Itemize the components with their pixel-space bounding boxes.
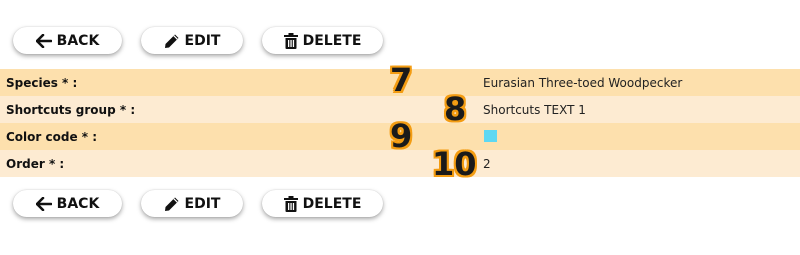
delete-button[interactable]: DELETE bbox=[262, 190, 383, 217]
edit-button[interactable]: EDIT bbox=[141, 190, 243, 217]
arrow-left-icon bbox=[35, 196, 52, 211]
field-value: Shortcuts TEXT 1 bbox=[483, 102, 586, 117]
edit-label: EDIT bbox=[184, 195, 221, 212]
trash-icon bbox=[283, 32, 298, 49]
field-label: Color code * : bbox=[6, 129, 98, 144]
edit-label: EDIT bbox=[184, 32, 221, 49]
field-label: Species * : bbox=[6, 75, 78, 90]
annotation-marker: 8 bbox=[444, 90, 467, 128]
color-swatch bbox=[484, 130, 497, 142]
back-label: BACK bbox=[56, 195, 100, 212]
annotation-marker: 7 bbox=[390, 61, 413, 99]
arrow-left-icon bbox=[35, 33, 52, 48]
delete-label: DELETE bbox=[302, 32, 362, 49]
annotation-marker: 10 bbox=[432, 145, 477, 183]
delete-button[interactable]: DELETE bbox=[262, 27, 383, 54]
back-button[interactable]: BACK bbox=[13, 190, 122, 217]
field-label: Order * : bbox=[6, 156, 65, 171]
back-button[interactable]: BACK bbox=[13, 27, 122, 54]
pencil-icon bbox=[164, 196, 180, 212]
annotation-marker: 9 bbox=[390, 117, 413, 155]
field-value: 2 bbox=[483, 156, 491, 171]
delete-label: DELETE bbox=[302, 195, 362, 212]
field-label: Shortcuts group * : bbox=[6, 102, 136, 117]
trash-icon bbox=[283, 195, 298, 212]
pencil-icon bbox=[164, 33, 180, 49]
bottom-toolbar: BACK EDIT DELETE bbox=[13, 190, 383, 220]
edit-button[interactable]: EDIT bbox=[141, 27, 243, 54]
back-label: BACK bbox=[56, 32, 100, 49]
top-toolbar: BACK EDIT DELETE bbox=[13, 27, 383, 57]
field-value: Eurasian Three-toed Woodpecker bbox=[483, 75, 683, 90]
